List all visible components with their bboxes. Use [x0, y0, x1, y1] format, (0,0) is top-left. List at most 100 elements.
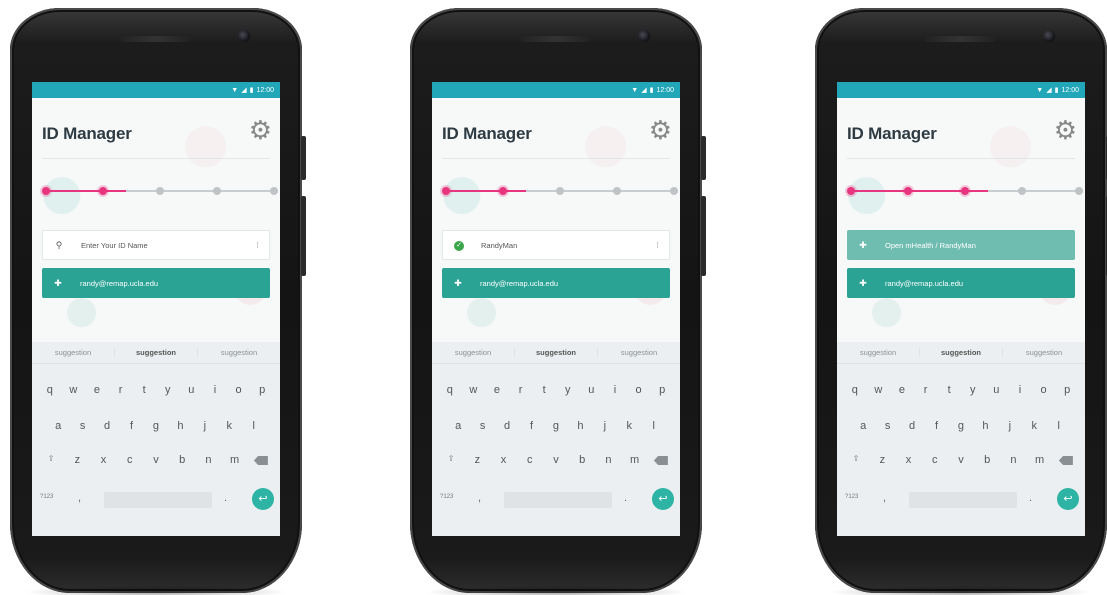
comma-key[interactable]: , — [883, 492, 886, 504]
key-r[interactable]: r — [916, 384, 936, 396]
key-s[interactable]: s — [878, 420, 898, 432]
key-e[interactable]: e — [87, 384, 107, 396]
volume-button[interactable] — [701, 196, 706, 276]
key-c[interactable]: c — [925, 454, 945, 468]
key-s[interactable]: s — [473, 420, 493, 432]
key-x[interactable]: x — [899, 454, 919, 468]
key-h[interactable]: h — [170, 420, 190, 432]
suggestion-right[interactable]: suggestion — [598, 348, 680, 357]
enter-key-icon[interactable]: ↩ — [252, 488, 274, 510]
key-p[interactable]: p — [252, 384, 272, 396]
suggestion-middle[interactable]: suggestion — [114, 348, 198, 357]
key-h[interactable]: h — [570, 420, 590, 432]
settings-gear-icon[interactable]: ⚙ — [1054, 117, 1077, 143]
id-row-1[interactable]: ✚ Open mHealth / RandyMan — [847, 230, 1075, 260]
key-w[interactable]: w — [63, 384, 83, 396]
key-j[interactable]: j — [1000, 420, 1020, 432]
backspace-key-icon[interactable] — [651, 454, 671, 468]
settings-gear-icon[interactable]: ⚙ — [649, 117, 672, 143]
suggestion-middle[interactable]: suggestion — [514, 348, 598, 357]
space-key[interactable] — [504, 492, 612, 508]
mic-icon[interactable]: ⁝ — [656, 240, 659, 251]
id-row-2[interactable]: ✚ randy@remap.ucla.edu — [442, 268, 670, 298]
key-l[interactable]: l — [644, 420, 664, 432]
power-button[interactable] — [301, 136, 306, 180]
id-row-2[interactable]: ✚ randy@remap.ucla.edu — [847, 268, 1075, 298]
key-n[interactable]: n — [1003, 454, 1023, 468]
suggestion-left[interactable]: suggestion — [32, 348, 114, 357]
shift-key-icon[interactable]: ⇧ — [41, 454, 61, 468]
key-o[interactable]: o — [629, 384, 649, 396]
key-b[interactable]: b — [977, 454, 997, 468]
shift-key-icon[interactable]: ⇧ — [441, 454, 461, 468]
key-v[interactable]: v — [951, 454, 971, 468]
key-u[interactable]: u — [581, 384, 601, 396]
id-row-2[interactable]: ✚ randy@remap.ucla.edu — [42, 268, 270, 298]
key-c[interactable]: c — [120, 454, 140, 468]
space-key[interactable] — [909, 492, 1017, 508]
key-z[interactable]: z — [67, 454, 87, 468]
suggestion-left[interactable]: suggestion — [837, 348, 919, 357]
suggestion-left[interactable]: suggestion — [432, 348, 514, 357]
key-r[interactable]: r — [111, 384, 131, 396]
key-q[interactable]: q — [40, 384, 60, 396]
key-u[interactable]: u — [986, 384, 1006, 396]
key-k[interactable]: k — [219, 420, 239, 432]
key-h[interactable]: h — [975, 420, 995, 432]
key-t[interactable]: t — [534, 384, 554, 396]
key-y[interactable]: y — [963, 384, 983, 396]
key-v[interactable]: v — [546, 454, 566, 468]
key-e[interactable]: e — [487, 384, 507, 396]
key-g[interactable]: g — [951, 420, 971, 432]
key-x[interactable]: x — [94, 454, 114, 468]
suggestion-right[interactable]: suggestion — [198, 348, 280, 357]
key-d[interactable]: d — [902, 420, 922, 432]
suggestion-right[interactable]: suggestion — [1003, 348, 1085, 357]
settings-gear-icon[interactable]: ⚙ — [249, 117, 272, 143]
key-e[interactable]: e — [892, 384, 912, 396]
key-l[interactable]: l — [1049, 420, 1069, 432]
symbols-key[interactable]: ?123 — [440, 494, 453, 500]
key-q[interactable]: q — [845, 384, 865, 396]
key-v[interactable]: v — [146, 454, 166, 468]
key-f[interactable]: f — [122, 420, 142, 432]
key-l[interactable]: l — [244, 420, 264, 432]
suggestion-middle[interactable]: suggestion — [919, 348, 1003, 357]
volume-button[interactable] — [301, 196, 306, 276]
key-d[interactable]: d — [497, 420, 517, 432]
period-key[interactable]: . — [1029, 492, 1032, 504]
key-p[interactable]: p — [1057, 384, 1077, 396]
enter-key-icon[interactable]: ↩ — [1057, 488, 1079, 510]
key-w[interactable]: w — [868, 384, 888, 396]
period-key[interactable]: . — [624, 492, 627, 504]
key-r[interactable]: r — [511, 384, 531, 396]
key-i[interactable]: i — [205, 384, 225, 396]
key-o[interactable]: o — [1034, 384, 1054, 396]
key-m[interactable]: m — [1030, 454, 1050, 468]
key-d[interactable]: d — [97, 420, 117, 432]
key-z[interactable]: z — [467, 454, 487, 468]
key-n[interactable]: n — [598, 454, 618, 468]
symbols-key[interactable]: ?123 — [845, 494, 858, 500]
id-row-1[interactable]: ✓ RandyMan ⁝ — [442, 230, 670, 260]
key-i[interactable]: i — [605, 384, 625, 396]
key-q[interactable]: q — [440, 384, 460, 396]
key-p[interactable]: p — [652, 384, 672, 396]
shift-key-icon[interactable]: ⇧ — [846, 454, 866, 468]
key-y[interactable]: y — [158, 384, 178, 396]
key-w[interactable]: w — [463, 384, 483, 396]
key-x[interactable]: x — [494, 454, 514, 468]
comma-key[interactable]: , — [478, 492, 481, 504]
key-b[interactable]: b — [572, 454, 592, 468]
id-row-1[interactable]: ⚲ Enter Your ID Name ⁝ — [42, 230, 270, 260]
key-f[interactable]: f — [927, 420, 947, 432]
key-c[interactable]: c — [520, 454, 540, 468]
enter-key-icon[interactable]: ↩ — [652, 488, 674, 510]
key-k[interactable]: k — [619, 420, 639, 432]
symbols-key[interactable]: ?123 — [40, 494, 53, 500]
comma-key[interactable]: , — [78, 492, 81, 504]
key-y[interactable]: y — [558, 384, 578, 396]
key-i[interactable]: i — [1010, 384, 1030, 396]
mic-icon[interactable]: ⁝ — [256, 240, 259, 251]
key-m[interactable]: m — [625, 454, 645, 468]
